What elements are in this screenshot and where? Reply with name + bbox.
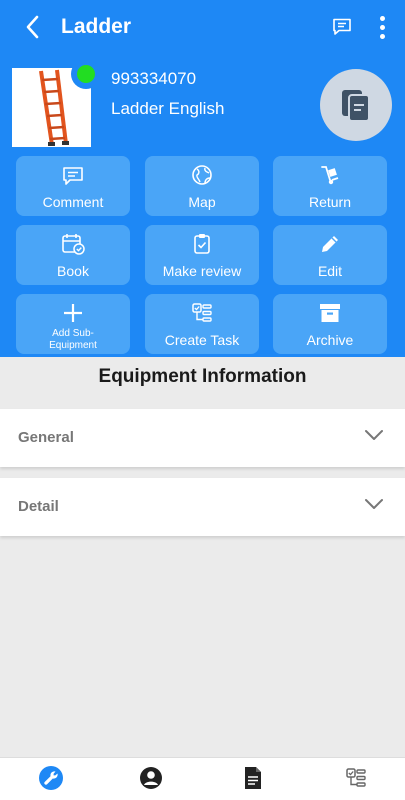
- edit-label: Edit: [317, 263, 343, 279]
- clipboard-check-icon: [194, 234, 210, 254]
- page-title: Ladder: [61, 15, 132, 38]
- comment-icon: [63, 167, 83, 185]
- chevron-down-icon: [365, 430, 383, 440]
- task-icon: [346, 768, 366, 787]
- equipment-name: Ladder English: [111, 99, 225, 118]
- edit-button[interactable]: Edit: [273, 225, 387, 285]
- add-sub-equipment-button[interactable]: Add Sub-Equipment: [16, 294, 130, 354]
- return-label: Return: [308, 194, 352, 210]
- wrench-icon: [39, 766, 63, 790]
- accordion-detail-label: Detail: [18, 498, 59, 515]
- archive-button[interactable]: Archive: [273, 294, 387, 354]
- task-icon: [192, 303, 212, 322]
- add-sub-equipment-label: Add Sub-Equipment: [49, 328, 97, 351]
- nav-tasks[interactable]: [342, 764, 370, 792]
- equipment-id: 993334070: [111, 69, 197, 88]
- documents-button[interactable]: [320, 69, 392, 141]
- status-indicator: [71, 59, 101, 89]
- map-button[interactable]: Map: [145, 156, 259, 216]
- accordion-detail[interactable]: Detail: [0, 478, 405, 536]
- comment-label: Comment: [42, 194, 104, 210]
- make-review-button[interactable]: Make review: [145, 225, 259, 285]
- user-icon: [140, 767, 162, 789]
- nav-equipment[interactable]: [37, 764, 65, 792]
- book-button[interactable]: Book: [16, 225, 130, 285]
- back-button[interactable]: [18, 13, 46, 41]
- accordion-general-label: General: [18, 429, 74, 446]
- more-vertical-icon[interactable]: [372, 12, 392, 42]
- section-title: Equipment Information: [0, 357, 405, 407]
- comment-button[interactable]: Comment: [16, 156, 130, 216]
- message-button[interactable]: [329, 14, 355, 40]
- make-review-label: Make review: [162, 263, 242, 279]
- nav-documents[interactable]: [239, 764, 267, 792]
- back-icon: [26, 15, 39, 39]
- message-icon: [333, 18, 351, 35]
- globe-icon: [192, 165, 212, 185]
- nav-profile[interactable]: [137, 764, 165, 792]
- create-task-button[interactable]: Create Task: [145, 294, 259, 354]
- document-icon: [245, 767, 261, 789]
- plus-icon: [64, 304, 82, 322]
- return-button[interactable]: Return: [273, 156, 387, 216]
- header: Ladder 993334070 Ladder English Comment …: [0, 0, 405, 357]
- pencil-icon: [322, 236, 338, 252]
- archive-label: Archive: [306, 332, 354, 348]
- documents-icon: [342, 90, 370, 122]
- map-label: Map: [188, 194, 216, 210]
- hand-truck-icon: [321, 166, 339, 185]
- book-label: Book: [57, 263, 89, 279]
- calendar-icon: [62, 234, 85, 255]
- create-task-label: Create Task: [164, 332, 240, 348]
- accordion-general[interactable]: General: [0, 409, 405, 467]
- bottom-nav: [0, 757, 405, 800]
- chevron-down-icon: [365, 499, 383, 509]
- archive-icon: [320, 304, 340, 322]
- top-bar: Ladder: [0, 0, 405, 54]
